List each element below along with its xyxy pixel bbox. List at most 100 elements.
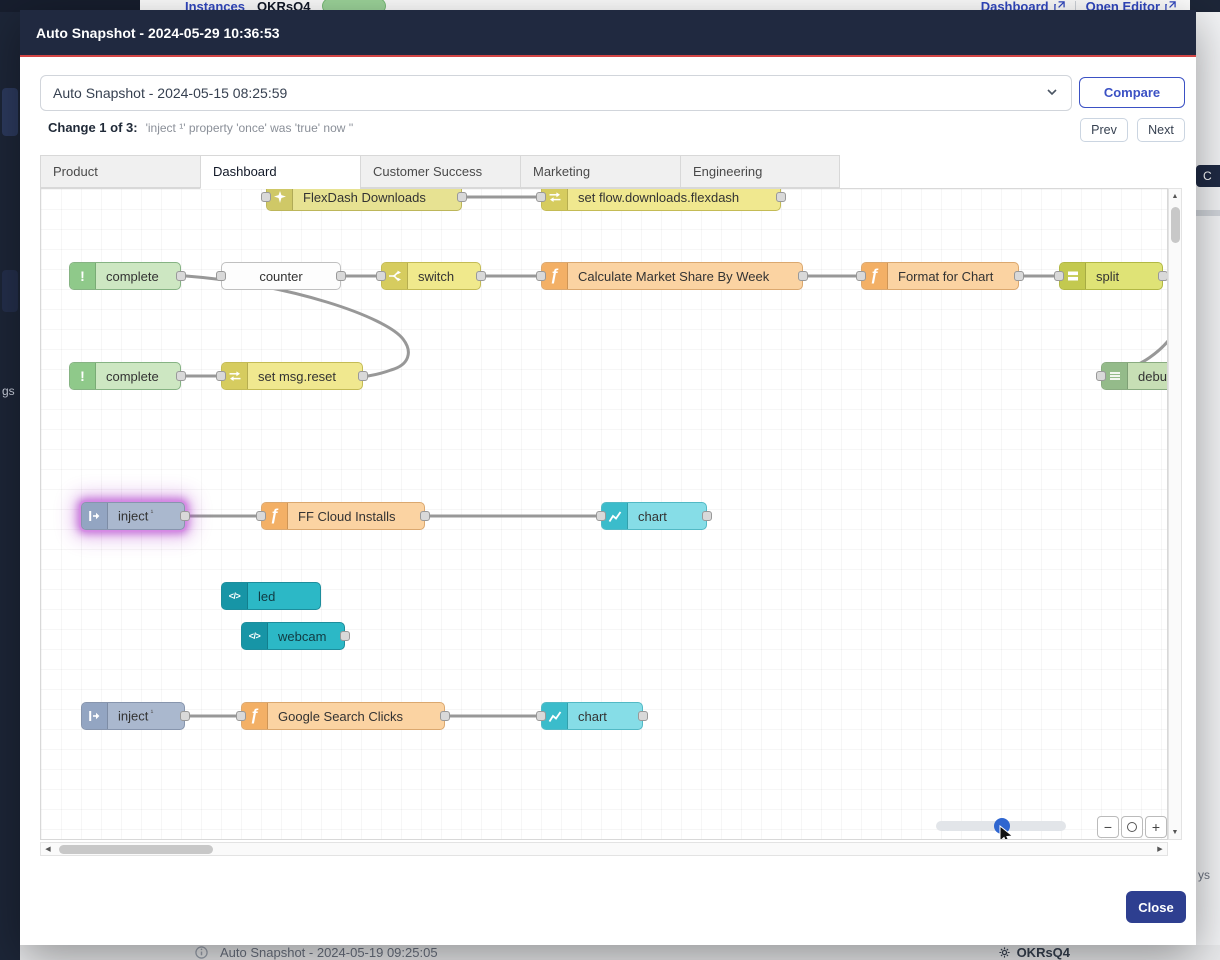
flow-node-switch[interactable]: switch	[381, 262, 481, 290]
output-port[interactable]	[420, 511, 430, 521]
flow-node-led[interactable]: </>led	[221, 582, 321, 610]
flow-canvas[interactable]: FlexDash Downloads set flow.downloads.fle…	[40, 188, 1168, 840]
wire-split-debug	[1098, 276, 1168, 376]
vertical-scroll-thumb[interactable]	[1171, 207, 1180, 243]
zoom-in-button[interactable]: +	[1145, 816, 1167, 838]
output-port[interactable]	[440, 711, 450, 721]
node-label: Calculate Market Share By Week	[568, 269, 779, 284]
sidebar-nav-item[interactable]	[2, 270, 18, 312]
flow-node-setflow[interactable]: set flow.downloads.flexdash	[541, 188, 781, 211]
close-button[interactable]: Close	[1126, 891, 1186, 923]
tab-dashboard[interactable]: Dashboard	[200, 155, 360, 189]
change-counter-label: Change 1 of 3:	[48, 120, 138, 135]
scroll-up-arrow[interactable]: ▲	[1169, 189, 1181, 203]
code-icon: </>	[222, 583, 248, 609]
background-project-label: OKRsQ4	[1017, 945, 1070, 960]
node-label: inject ¹	[108, 708, 163, 723]
bottom-page-fragment: Auto Snapshot - 2024-05-19 09:25:05 OKRs…	[20, 945, 1220, 960]
sidebar-nav-item[interactable]	[2, 88, 18, 136]
flow-node-gsc[interactable]: ƒGoogle Search Clicks	[241, 702, 445, 730]
flow-node-format[interactable]: ƒFormat for Chart	[861, 262, 1019, 290]
input-port[interactable]	[376, 271, 386, 281]
info-icon	[195, 946, 208, 960]
output-port[interactable]	[180, 511, 190, 521]
flow-node-setreset[interactable]: set msg.reset	[221, 362, 363, 390]
input-port[interactable]	[856, 271, 866, 281]
node-label: counter	[249, 269, 312, 284]
horizontal-scroll-thumb[interactable]	[59, 845, 213, 854]
flow-node-counter[interactable]: counter	[221, 262, 341, 290]
flow-node-webcam[interactable]: </>webcam	[241, 622, 345, 650]
tab-customer-success[interactable]: Customer Success	[360, 155, 520, 188]
output-port[interactable]	[336, 271, 346, 281]
tab-marketing[interactable]: Marketing	[520, 155, 680, 188]
right-fragment-bar	[1196, 210, 1220, 216]
output-port[interactable]	[1014, 271, 1024, 281]
right-fragment-button[interactable]: C	[1196, 165, 1220, 187]
input-port[interactable]	[1054, 271, 1064, 281]
node-label: FlexDash Downloads	[293, 190, 436, 205]
node-label: set flow.downloads.flexdash	[568, 190, 749, 205]
output-port[interactable]	[358, 371, 368, 381]
compare-button[interactable]: Compare	[1079, 77, 1185, 108]
input-port[interactable]	[216, 371, 226, 381]
node-label: complete	[96, 369, 169, 384]
flow-node-chart1[interactable]: chart	[601, 502, 707, 530]
flow-node-split[interactable]: split	[1059, 262, 1163, 290]
output-port[interactable]	[176, 271, 186, 281]
input-port[interactable]	[1096, 371, 1106, 381]
output-port[interactable]	[476, 271, 486, 281]
horizontal-scrollbar[interactable]: ◀ ▶	[40, 842, 1168, 856]
scroll-right-arrow[interactable]: ▶	[1153, 843, 1167, 855]
output-port[interactable]	[180, 711, 190, 721]
output-port[interactable]	[638, 711, 648, 721]
input-port[interactable]	[536, 711, 546, 721]
zoom-reset-icon	[1127, 822, 1137, 832]
inject-icon	[82, 703, 108, 729]
snapshot-select[interactable]: Auto Snapshot - 2024-05-15 08:25:59	[40, 75, 1072, 111]
vertical-scrollbar[interactable]: ▲ ▼	[1168, 188, 1182, 840]
flow-node-inject2[interactable]: inject ¹	[81, 702, 185, 730]
flow-node-debug[interactable]: debu	[1101, 362, 1168, 390]
flow-node-complete1[interactable]: !complete	[69, 262, 181, 290]
input-port[interactable]	[256, 511, 266, 521]
zoom-reset-button[interactable]	[1121, 816, 1143, 838]
flow-node-complete2[interactable]: !complete	[69, 362, 181, 390]
flow-node-ffcloud[interactable]: ƒFF Cloud Installs	[261, 502, 425, 530]
input-port[interactable]	[236, 711, 246, 721]
input-port[interactable]	[536, 192, 546, 202]
node-label: chart	[568, 709, 617, 724]
inject-icon	[82, 503, 108, 529]
snapshot-select-value: Auto Snapshot - 2024-05-15 08:25:59	[53, 85, 287, 101]
input-port[interactable]	[216, 271, 226, 281]
flow-node-flexdash[interactable]: FlexDash Downloads	[266, 188, 462, 211]
output-port[interactable]	[457, 192, 467, 202]
flow-node-calc[interactable]: ƒCalculate Market Share By Week	[541, 262, 803, 290]
node-label: Google Search Clicks	[268, 709, 413, 724]
right-fragment-text: ys	[1198, 868, 1210, 882]
node-label-superscript: ¹	[148, 708, 153, 717]
input-port[interactable]	[596, 511, 606, 521]
flow-node-inject1[interactable]: inject ¹	[81, 502, 185, 530]
scroll-down-arrow[interactable]: ▼	[1169, 825, 1181, 839]
modal-header: Auto Snapshot - 2024-05-29 10:36:53	[20, 10, 1196, 57]
output-port[interactable]	[776, 192, 786, 202]
tab-product[interactable]: Product	[40, 155, 200, 188]
snapshot-compare-modal: Auto Snapshot - 2024-05-29 10:36:53 Auto…	[20, 10, 1196, 945]
zoom-out-button[interactable]: −	[1097, 816, 1119, 838]
scroll-left-arrow[interactable]: ◀	[41, 843, 55, 855]
prev-button[interactable]: Prev	[1080, 118, 1128, 142]
input-port[interactable]	[536, 271, 546, 281]
output-port[interactable]	[1158, 271, 1168, 281]
output-port[interactable]	[702, 511, 712, 521]
tab-engineering[interactable]: Engineering	[680, 155, 840, 188]
output-port[interactable]	[798, 271, 808, 281]
input-port[interactable]	[261, 192, 271, 202]
node-label: webcam	[268, 629, 336, 644]
node-label: led	[248, 589, 285, 604]
sidebar-item-label: gs	[2, 384, 15, 398]
next-button[interactable]: Next	[1137, 118, 1185, 142]
output-port[interactable]	[340, 631, 350, 641]
output-port[interactable]	[176, 371, 186, 381]
flow-node-chart2[interactable]: chart	[541, 702, 643, 730]
